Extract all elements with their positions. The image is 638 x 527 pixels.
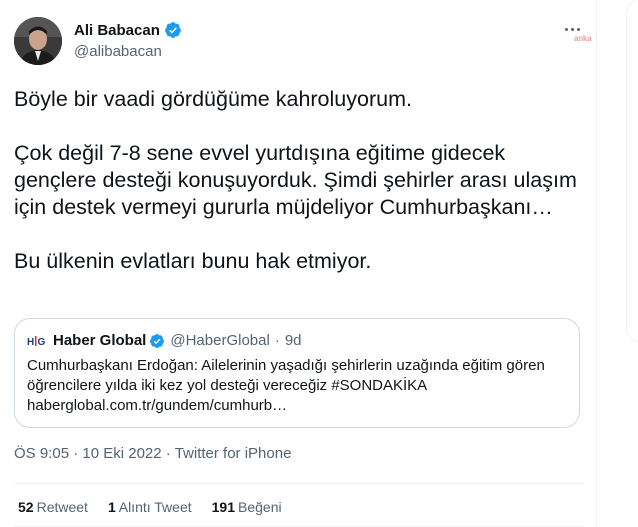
quoted-separator: · [274,332,280,349]
tweet-meta: ÖS 9:05 · 10 Eki 2022 · Twitter for iPho… [14,445,291,462]
quoted-author-handle: @HaberGlobal [170,332,270,349]
retweets-count: 52 [18,499,34,515]
verified-badge-icon [164,22,181,38]
meta-separator: · [73,445,79,462]
quoted-link-text: haberglobal.com.tr/gundem/cumhurb… [27,397,288,414]
tweet-paragraph: Böyle bir vaadi gördüğüme kahroluyorum. [14,87,412,111]
likes-stat[interactable]: 191 Beğeni [212,499,282,515]
tweet-paragraph: Çok değil 7-8 sene evvel yurtdışına eğit… [14,141,577,219]
haber-global-logo-icon: H G [27,334,47,348]
sidebar-card-edge [626,0,638,343]
tweet-time[interactable]: ÖS 9:05 [14,445,69,462]
quoted-tweet-text: Cumhurbaşkanı Erdoğan: Ailelerinin yaşad… [27,356,572,416]
tweet-detail: Ali Babacan @alibabacan anka Böyle bir v… [0,0,596,527]
quote-tweets-stat[interactable]: 1 Alıntı Tweet [108,499,192,515]
quoted-author-name: Haber Global [53,332,147,349]
column-divider [596,0,597,527]
retweets-label: Retweet [36,499,88,515]
author-handle[interactable]: @alibabacan [74,43,162,60]
quoted-tweet-header: H G Haber Global @HaberGlobal · 9d [27,332,302,349]
quoted-text-line: Cumhurbaşkanı Erdoğan: Ailelerinin yaşad… [27,357,545,374]
tweet-source[interactable]: Twitter for iPhone [175,445,292,462]
page: Ali Babacan @alibabacan anka Böyle bir v… [0,0,638,527]
likes-count: 191 [211,499,235,515]
watermark-logo: anka [574,34,592,43]
svg-text:H: H [27,337,34,348]
retweets-stat[interactable]: 52 Retweet [18,499,88,515]
author-name[interactable]: Ali Babacan [74,22,160,39]
tweet-date[interactable]: 10 Eki 2022 [82,445,161,462]
avatar-photo-icon [14,17,62,65]
quoted-tweet-card[interactable]: H G Haber Global @HaberGlobal · 9d Cumhu… [14,318,580,428]
tweet-text: Böyle bir vaadi gördüğüme kahroluyorum. … [14,86,584,275]
quote-tweets-label: Alıntı Tweet [118,499,192,515]
quoted-text-line: öğrencilere yılda iki kez yol desteği ve… [27,377,428,394]
author-avatar[interactable] [14,17,62,65]
verified-badge-icon [150,333,165,348]
quoted-time: 9d [284,332,302,349]
author-name-row: Ali Babacan [74,21,182,39]
svg-text:G: G [38,337,46,348]
meta-separator: · [165,445,171,462]
likes-label: Beğeni [238,499,282,515]
tweet-stats: 52 Retweet 1 Alıntı Tweet 191 Beğeni [18,499,302,515]
tweet-paragraph: Bu ülkenin evlatları bunu hak etmiyor. [14,249,372,273]
quote-tweets-count: 1 [107,499,116,515]
divider [14,483,584,484]
